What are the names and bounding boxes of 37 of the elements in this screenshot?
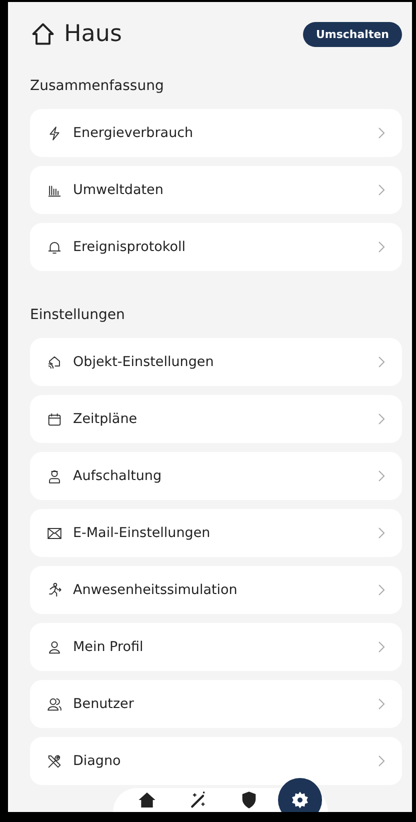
calendar-icon (46, 410, 63, 428)
person-icon (46, 638, 63, 656)
home-icon (30, 21, 56, 47)
person-icon (46, 468, 63, 484)
chevron-icon (376, 698, 386, 710)
menu-item[interactable]: Energieverbrauch (30, 109, 402, 157)
menu-item[interactable]: Anwesenheitssimulation (30, 566, 402, 614)
settings-icon (290, 790, 310, 810)
chevron-icon (376, 184, 386, 196)
running-person-icon (46, 582, 63, 598)
chevron-icon (376, 527, 386, 539)
home-icon (136, 790, 157, 810)
switch-button[interactable]: Umschalten (302, 22, 402, 46)
chevron-icon (376, 470, 386, 482)
menu-item[interactable]: Umweltdaten (30, 166, 402, 214)
menu-item[interactable]: Diagno (30, 737, 402, 785)
chevron-icon (376, 127, 386, 139)
menu-item[interactable]: Zeitpläne (30, 395, 402, 443)
tools-icon (46, 752, 63, 770)
people-icon (46, 696, 63, 712)
section-title: Zusammenfassung (30, 78, 165, 94)
chevron-icon (376, 584, 386, 596)
house-signal-icon (46, 354, 63, 370)
menu-item[interactable]: Ereignisprotokoll (30, 223, 402, 271)
chevron-icon (376, 641, 386, 653)
page-title: Haus (64, 21, 122, 47)
menu-item[interactable]: Objekt-Einstellungen (30, 338, 402, 386)
chevron-icon (376, 241, 386, 253)
menu-item[interactable]: Mein Profil (30, 623, 402, 671)
menu-item[interactable]: E-Mail-Einstellungen (30, 509, 402, 557)
menu-item[interactable]: Benutzer (30, 680, 402, 728)
chevron-icon (376, 755, 386, 767)
nav-tab[interactable] (278, 778, 322, 812)
section-title: Einstellungen (30, 307, 126, 323)
menu-item[interactable]: Aufschaltung (30, 452, 402, 500)
chevron-icon (376, 413, 386, 425)
chevron-icon (376, 356, 386, 368)
